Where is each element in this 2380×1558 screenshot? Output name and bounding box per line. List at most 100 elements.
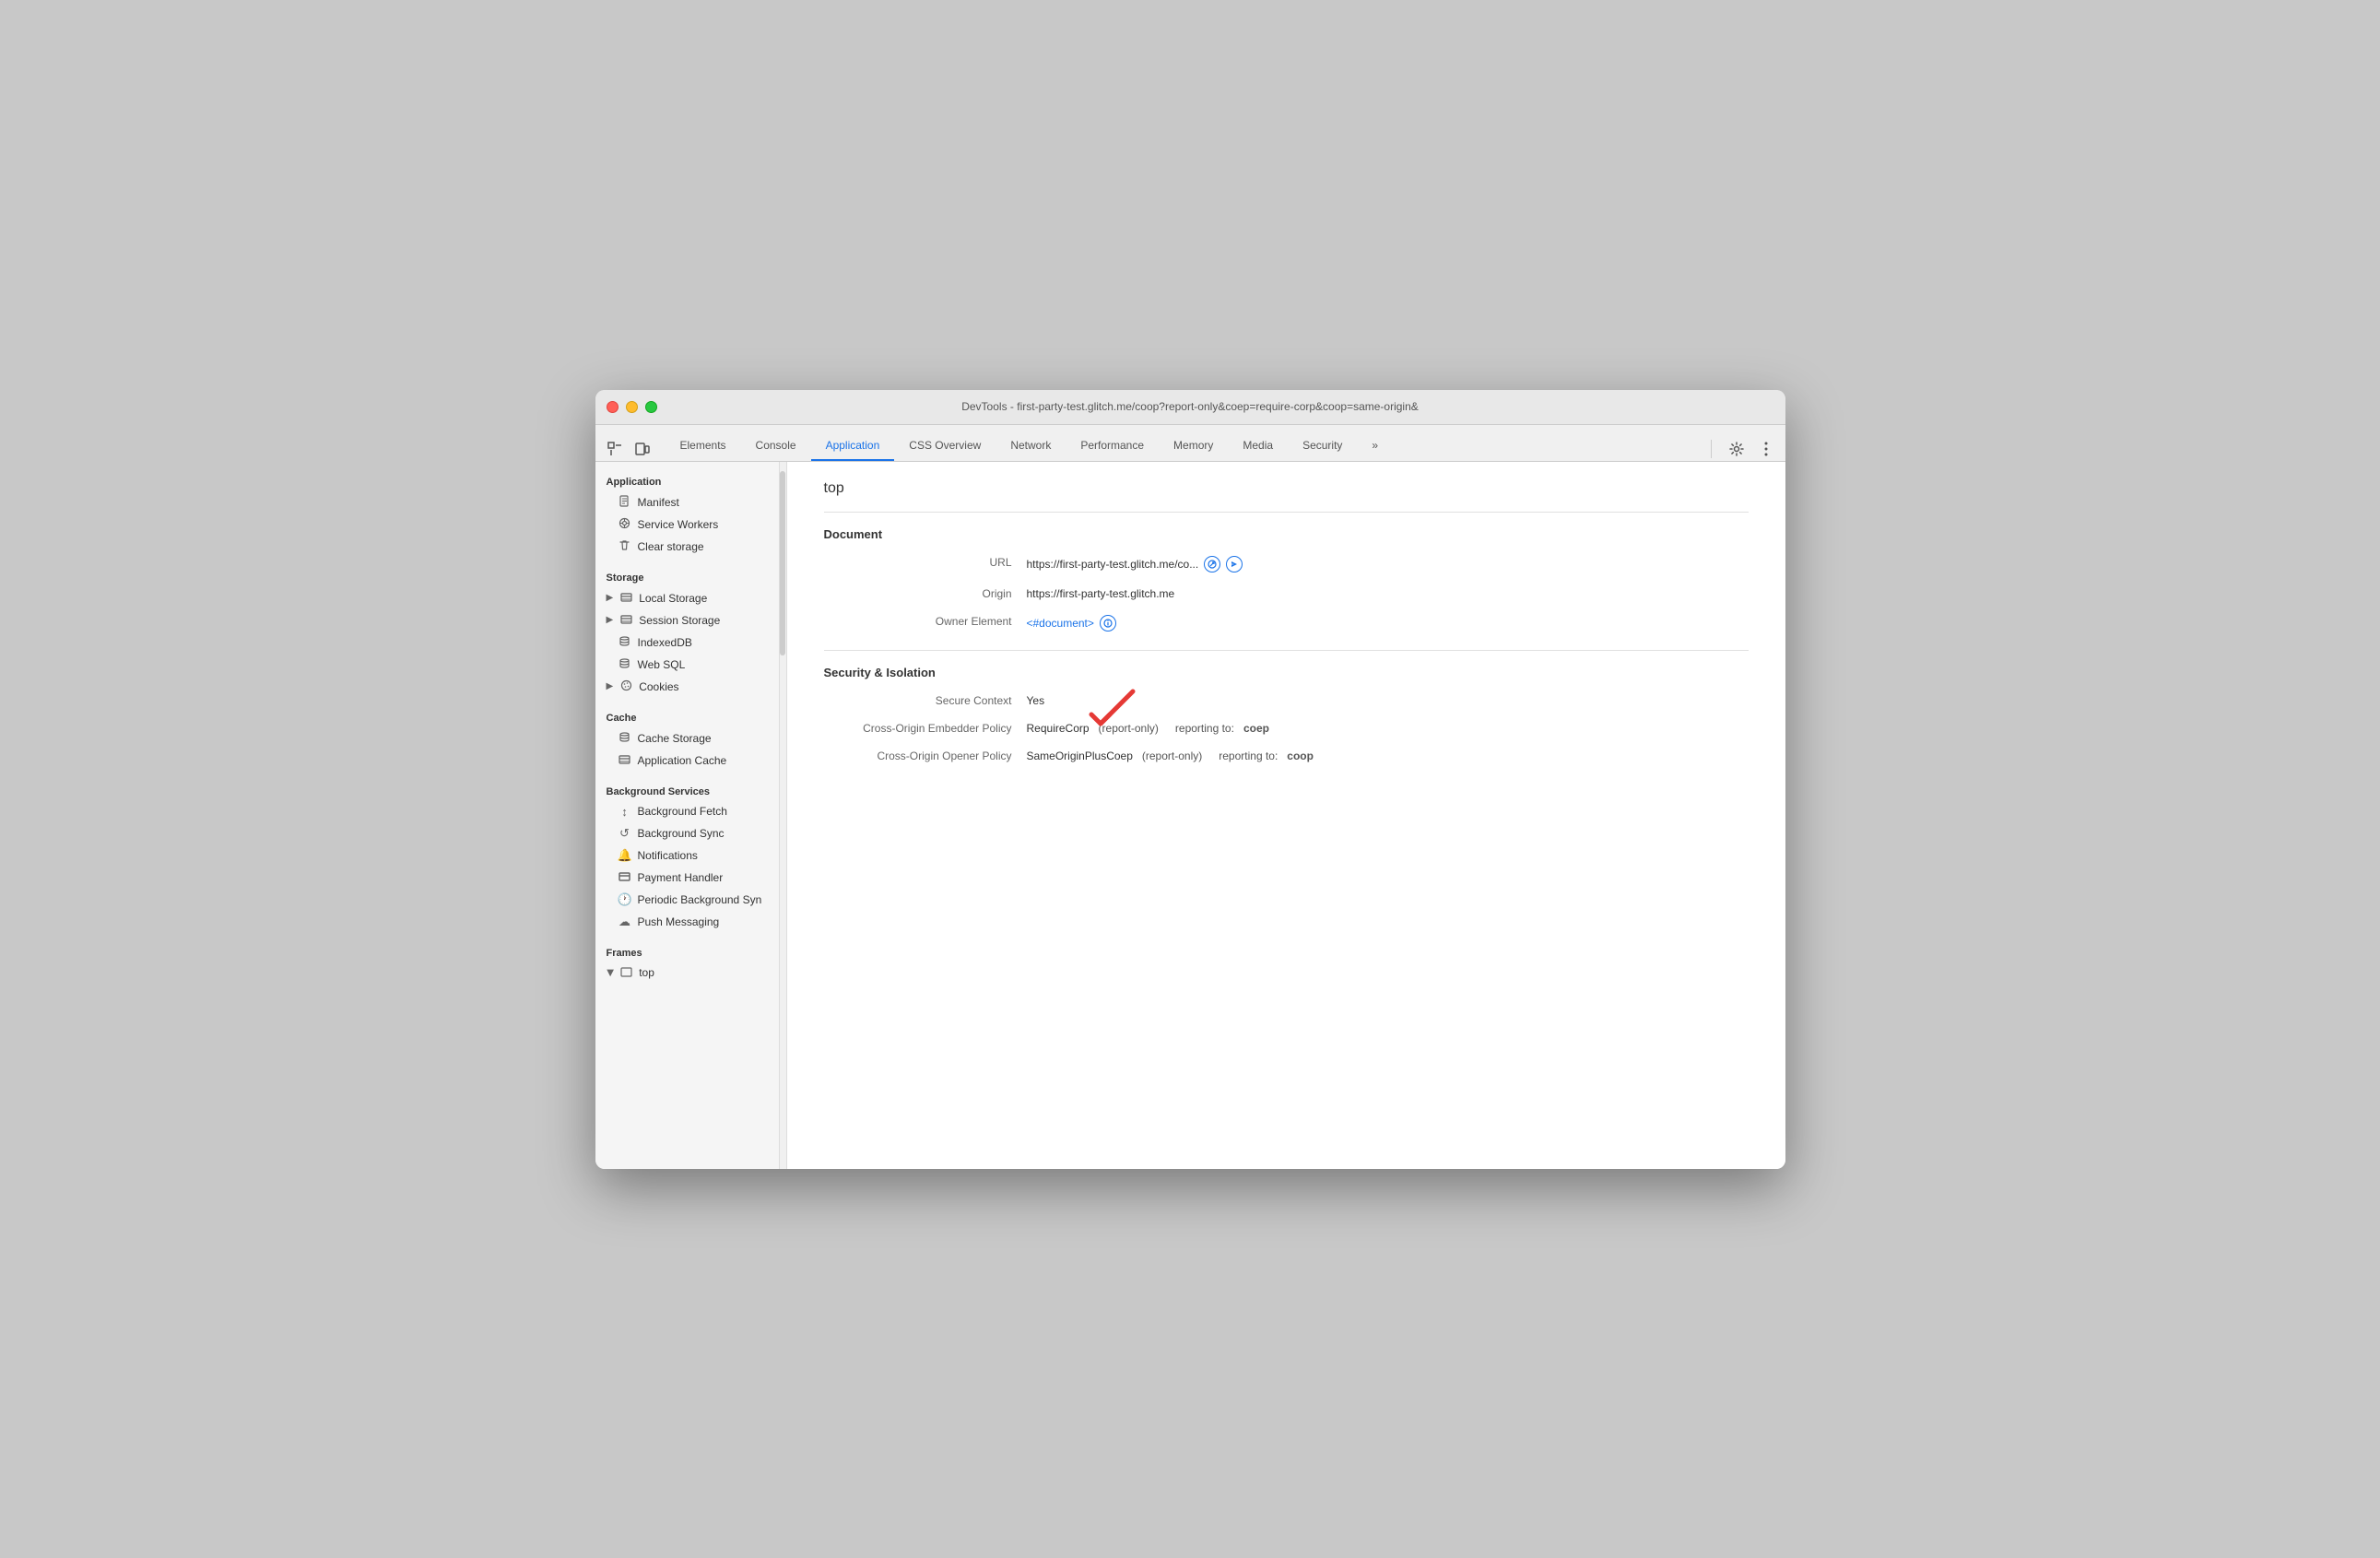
origin-text: https://first-party-test.glitch.me	[1027, 587, 1175, 600]
url-label: URL	[824, 556, 1027, 569]
sidebar-item-background-sync[interactable]: ↺ Background Sync	[595, 822, 779, 844]
origin-value: https://first-party-test.glitch.me	[1027, 587, 1175, 600]
sidebar-item-manifest[interactable]: Manifest	[595, 491, 779, 513]
sidebar-scrollbar[interactable]	[780, 462, 787, 1169]
tab-css-overview[interactable]: CSS Overview	[894, 431, 996, 461]
url-row: URL https://first-party-test.glitch.me/c…	[824, 556, 1749, 572]
background-sync-label: Background Sync	[638, 827, 725, 840]
maximize-button[interactable]	[645, 401, 657, 413]
red-arrow-annotation	[1082, 687, 1137, 736]
tab-media[interactable]: Media	[1228, 431, 1288, 461]
sidebar-section-cache: Cache	[595, 705, 779, 727]
document-section-heading: Document	[824, 527, 1749, 541]
web-sql-label: Web SQL	[638, 658, 686, 671]
device-toolbar-button[interactable]	[630, 437, 654, 461]
sidebar-item-indexeddb[interactable]: IndexedDB	[595, 631, 779, 654]
application-cache-icon	[618, 753, 632, 768]
indexeddb-label: IndexedDB	[638, 636, 692, 649]
expand-arrow-session-storage: ▶	[607, 615, 614, 625]
security-section-heading: Security & Isolation	[824, 666, 1749, 679]
tab-elements[interactable]: Elements	[666, 431, 741, 461]
sidebar-item-payment-handler[interactable]: Payment Handler	[595, 867, 779, 889]
sidebar-item-application-cache[interactable]: Application Cache	[595, 749, 779, 772]
url-open-icon[interactable]	[1204, 556, 1220, 572]
sidebar-item-cookies[interactable]: ▶ Cookies	[595, 676, 779, 698]
tabs-bar: Elements Console Application CSS Overvie…	[595, 425, 1785, 462]
tab-console[interactable]: Console	[741, 431, 811, 461]
tabs-list: Elements Console Application CSS Overvie…	[666, 431, 1703, 461]
application-cache-label: Application Cache	[638, 754, 727, 767]
sidebar-item-top-frame[interactable]: ▶ top	[595, 962, 779, 984]
frame-title: top	[824, 480, 1749, 497]
sidebar-item-cache-storage[interactable]: Cache Storage	[595, 727, 779, 749]
main-panel: top Document URL https://first-party-tes…	[787, 462, 1785, 1169]
top-frame-icon	[619, 966, 633, 980]
tab-memory[interactable]: Memory	[1159, 431, 1228, 461]
url-value: https://first-party-test.glitch.me/co...	[1027, 556, 1243, 572]
background-fetch-icon: ↕	[618, 805, 632, 819]
sidebar-item-periodic-bg-sync[interactable]: 🕐 Periodic Background Syn	[595, 889, 779, 911]
coop-reporting-value: coop	[1287, 749, 1314, 762]
owner-element-icon[interactable]	[1100, 615, 1116, 631]
tab-performance[interactable]: Performance	[1066, 431, 1159, 461]
sidebar-item-notifications[interactable]: 🔔 Notifications	[595, 844, 779, 867]
settings-button[interactable]	[1725, 437, 1749, 461]
sidebar-item-session-storage[interactable]: ▶ Session Storage	[595, 609, 779, 631]
inspect-button[interactable]	[603, 437, 627, 461]
periodic-bg-sync-label: Periodic Background Syn	[638, 893, 762, 906]
owner-element-link[interactable]: <#document>	[1027, 617, 1094, 630]
tab-application[interactable]: Application	[811, 431, 895, 461]
coop-row: Cross-Origin Opener Policy SameOriginPlu…	[824, 749, 1749, 762]
sidebar-item-web-sql[interactable]: Web SQL	[595, 654, 779, 676]
devtools-window: DevTools - first-party-test.glitch.me/co…	[595, 390, 1785, 1169]
notifications-label: Notifications	[638, 849, 698, 862]
sidebar-item-service-workers[interactable]: Service Workers	[595, 513, 779, 536]
local-storage-icon	[619, 591, 633, 606]
coep-value: RequireCorp (report-only) reporting to: …	[1027, 722, 1269, 735]
sidebar-item-background-fetch[interactable]: ↕ Background Fetch	[595, 801, 779, 822]
sidebar-item-clear-storage[interactable]: Clear storage	[595, 536, 779, 558]
coep-label: Cross-Origin Embedder Policy	[824, 722, 1027, 735]
coop-report-only: (report-only)	[1142, 749, 1202, 762]
clear-storage-label: Clear storage	[638, 540, 704, 553]
sidebar-item-local-storage[interactable]: ▶ Local Storage	[595, 587, 779, 609]
background-fetch-label: Background Fetch	[638, 805, 727, 818]
traffic-lights	[607, 401, 657, 413]
window-title: DevTools - first-party-test.glitch.me/co…	[961, 400, 1419, 413]
sidebar-section-bg-services: Background Services	[595, 779, 779, 801]
secure-context-text: Yes	[1027, 694, 1045, 707]
tab-more[interactable]: »	[1357, 431, 1393, 461]
owner-element-label: Owner Element	[824, 615, 1027, 628]
periodic-bg-sync-icon: 🕐	[618, 892, 632, 907]
sidebar-section-frames: Frames	[595, 940, 779, 962]
push-messaging-icon: ☁	[618, 915, 632, 929]
tab-security[interactable]: Security	[1288, 431, 1357, 461]
expand-arrow-cookies: ▶	[607, 681, 614, 691]
background-sync-icon: ↺	[618, 826, 632, 841]
sidebar: Application Manifest	[595, 462, 780, 1169]
close-button[interactable]	[607, 401, 619, 413]
manifest-icon	[618, 495, 632, 510]
manifest-label: Manifest	[638, 496, 679, 509]
url-navigate-icon[interactable]	[1226, 556, 1243, 572]
toolbar-left	[603, 437, 654, 461]
more-options-button[interactable]	[1754, 437, 1778, 461]
indexeddb-icon	[618, 635, 632, 650]
minimize-button[interactable]	[626, 401, 638, 413]
sidebar-item-push-messaging[interactable]: ☁ Push Messaging	[595, 911, 779, 933]
clear-storage-icon	[618, 539, 632, 554]
owner-element-row: Owner Element <#document>	[824, 615, 1749, 631]
coep-reporting-value: coep	[1243, 722, 1269, 735]
payment-handler-label: Payment Handler	[638, 871, 724, 884]
sidebar-section-storage: Storage	[595, 565, 779, 587]
cookies-icon	[619, 679, 633, 694]
coep-reporting-label: reporting to:	[1175, 722, 1234, 735]
cache-storage-icon	[618, 731, 632, 746]
cookies-label: Cookies	[639, 680, 678, 693]
toolbar-right	[1703, 437, 1778, 461]
owner-element-value: <#document>	[1027, 615, 1116, 631]
service-workers-icon	[618, 517, 632, 532]
coep-text: RequireCorp	[1027, 722, 1090, 735]
coop-reporting-label: reporting to:	[1219, 749, 1278, 762]
tab-network[interactable]: Network	[996, 431, 1066, 461]
